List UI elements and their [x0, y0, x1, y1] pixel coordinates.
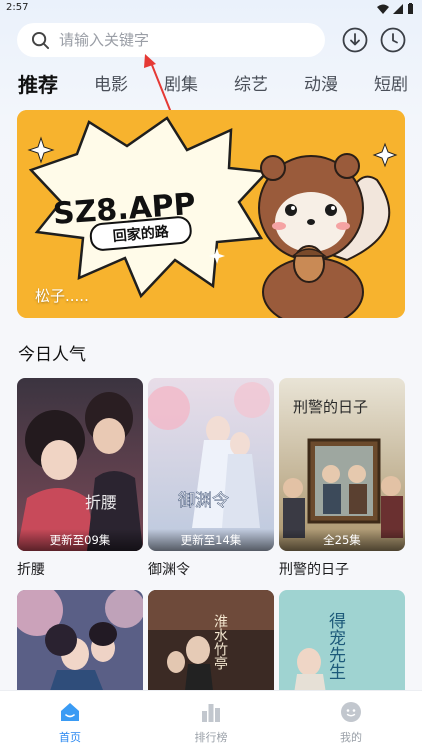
tab-variety[interactable]: 综艺 — [234, 70, 268, 95]
banner-caption: 松子..... — [35, 287, 89, 305]
poster-title: 刑警的日子 — [293, 398, 368, 416]
profile-icon — [341, 702, 361, 722]
card-title: 御渊令 — [148, 562, 190, 578]
poster-image[interactable]: 得宠先生 — [279, 590, 405, 700]
poster-title: 得宠先生 — [325, 612, 346, 680]
home-icon — [61, 703, 79, 721]
tab-movies[interactable]: 电影 — [94, 70, 128, 95]
nav-label: 排行榜 — [194, 731, 228, 744]
poster-image[interactable]: 刑警的日子 全25集 — [279, 378, 405, 551]
search-bar[interactable] — [17, 23, 325, 57]
tab-series[interactable]: 剧集 — [164, 70, 198, 95]
episode-badge: 更新至09集 — [17, 529, 143, 551]
drama-card[interactable]: 折腰 更新至09集 折腰 — [17, 378, 143, 579]
nav-profile[interactable]: 我的 — [321, 701, 381, 745]
status-icons — [377, 3, 414, 14]
poster-title: 淮水竹亭 — [212, 614, 228, 670]
wifi-icon — [377, 4, 389, 14]
drama-card[interactable]: 御渊令 更新至14集 御渊令 — [148, 378, 274, 579]
search-icon — [31, 31, 50, 49]
card-title: 刑警的日子 — [279, 562, 349, 578]
signal-icon — [393, 3, 403, 14]
search-input[interactable] — [59, 31, 299, 49]
bottom-nav: 首页 排行榜 我的 — [0, 690, 422, 750]
ranking-icon — [202, 704, 220, 722]
episode-badge: 更新至14集 — [148, 529, 274, 551]
poster-title: 御渊令 — [178, 491, 229, 511]
poster-image[interactable]: 御渊令 更新至14集 — [148, 378, 274, 551]
nav-label: 我的 — [340, 731, 362, 744]
status-time: 2:57 — [6, 2, 29, 13]
nav-label: 首页 — [59, 731, 81, 744]
nav-home[interactable]: 首页 — [40, 701, 100, 745]
poster-title: 折腰 — [85, 493, 117, 512]
tab-shorts[interactable]: 短剧 — [374, 70, 408, 95]
status-bar: 2:57 — [0, 0, 422, 18]
nav-ranking[interactable]: 排行榜 — [181, 701, 241, 745]
tab-recommend[interactable]: 推荐 — [18, 69, 58, 98]
history-clock-icon[interactable] — [380, 27, 406, 53]
promo-banner[interactable]: SZ8.APP 回家的路 松子..... — [17, 110, 405, 318]
battery-icon — [408, 3, 413, 14]
tab-anime[interactable]: 动漫 — [304, 70, 338, 95]
section-title: 今日人气 — [18, 345, 86, 365]
poster-image[interactable]: 折腰 更新至09集 — [17, 378, 143, 551]
drama-card[interactable]: 刑警的日子 全25集 刑警的日子 — [279, 378, 405, 579]
poster-image[interactable]: 淮水竹亭 — [148, 590, 274, 700]
poster-image[interactable] — [17, 590, 143, 700]
episode-badge: 全25集 — [279, 529, 405, 551]
download-icon[interactable] — [342, 27, 368, 53]
card-title: 折腰 — [17, 562, 45, 578]
category-tabs: 推荐 电影 剧集 综艺 动漫 短剧 — [0, 70, 422, 98]
